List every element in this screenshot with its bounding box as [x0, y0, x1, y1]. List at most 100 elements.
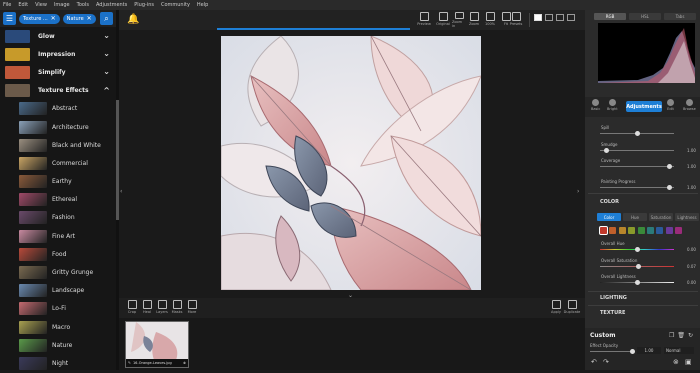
grid-view-icon[interactable] [567, 14, 575, 21]
close-icon[interactable]: ✕ [87, 15, 92, 22]
redo-icon[interactable]: ↷ [603, 358, 609, 366]
slider-track[interactable] [600, 164, 674, 169]
film-tool-button[interactable]: Crop [125, 300, 139, 316]
color-swatch[interactable] [637, 227, 645, 234]
histogram-tab[interactable]: Tabs [664, 13, 696, 20]
color-swatch[interactable] [609, 227, 617, 234]
toolbar-button[interactable]: Zoom in [452, 12, 466, 28]
effect-item[interactable]: Macro [0, 318, 116, 336]
panel-tab[interactable]: Basic [591, 99, 600, 111]
chevron-icon[interactable]: ⌄ [103, 67, 110, 76]
slider-value[interactable]: 1.00 [687, 148, 696, 153]
color-tab[interactable]: Saturation [649, 213, 673, 221]
menu-icon[interactable]: ☰ [3, 12, 16, 25]
toolbar-button[interactable]: Original [436, 12, 450, 28]
slider-value[interactable]: 1.00 [687, 164, 696, 169]
effect-item[interactable]: Landscape [0, 282, 116, 300]
undo-icon[interactable]: ↶ [591, 358, 597, 366]
menu-item[interactable]: Community [161, 2, 190, 8]
effect-item[interactable]: Abstract [0, 100, 116, 118]
slider-knob[interactable] [635, 131, 640, 136]
menu-item[interactable]: Plug-ins [134, 2, 154, 8]
collapse-right-icon[interactable]: › [577, 188, 579, 195]
slider-value[interactable]: 1.00 [687, 185, 696, 190]
effect-item[interactable]: Fine Art [0, 227, 116, 245]
slider-knob[interactable] [666, 164, 672, 169]
blend-mode-select[interactable]: Normal [664, 347, 694, 354]
menu-item[interactable]: View [35, 2, 47, 8]
category-item[interactable]: Simplify ⌄ [0, 63, 116, 81]
chevron-icon[interactable]: ⌄ [103, 49, 110, 58]
chevron-icon[interactable]: ^ [103, 86, 110, 95]
bell-icon[interactable]: 🔔 [127, 14, 139, 25]
toolbar-button[interactable]: Zoom [467, 12, 481, 28]
effect-item[interactable]: Food [0, 245, 116, 263]
film-tool-button[interactable]: More [185, 300, 199, 316]
color-swatch[interactable] [618, 227, 626, 234]
toolbar-button[interactable]: 100% [483, 12, 497, 28]
toolbar-button[interactable]: Preview [417, 12, 431, 28]
effect-item[interactable]: Ethereal [0, 191, 116, 209]
effect-item[interactable]: Black and White [0, 136, 116, 154]
effect-item[interactable]: Commercial [0, 154, 116, 172]
split-view-icon[interactable] [545, 14, 553, 21]
slider-value[interactable]: 0.00 [687, 247, 696, 252]
opacity-knob[interactable] [630, 349, 635, 354]
opacity-track[interactable] [590, 349, 635, 354]
color-swatch[interactable] [675, 227, 683, 234]
edit-icon[interactable]: ✎ [128, 361, 131, 365]
color-swatch[interactable] [646, 227, 654, 234]
slider-track[interactable] [600, 264, 674, 269]
effect-item[interactable]: Fashion [0, 209, 116, 227]
slider-track[interactable] [600, 148, 674, 153]
close-icon[interactable]: ⊗ [183, 361, 186, 365]
menu-item[interactable]: Help [197, 2, 208, 8]
search-icon[interactable]: ⌕ [100, 12, 113, 25]
filmstrip-thumbnail[interactable]: ✎ 16-Orange-Leaves.jpg ⊗ [125, 321, 189, 368]
menu-item[interactable]: Adjustments [96, 2, 127, 8]
photo-canvas[interactable] [221, 36, 481, 290]
color-swatch[interactable] [656, 227, 664, 234]
effect-item[interactable]: Nature [0, 336, 116, 354]
film-tool-button[interactable]: Masks [170, 300, 184, 316]
texture-section-header[interactable]: TEXTURE [600, 310, 625, 316]
panel-tab[interactable]: Bright [607, 99, 618, 111]
filter-chip[interactable]: Texture ... ✕ [19, 13, 60, 24]
slider-track[interactable] [600, 185, 674, 190]
lighting-section-header[interactable]: LIGHTING [600, 295, 627, 301]
film-action-button[interactable]: Duplicate [564, 300, 580, 316]
save-icon[interactable]: ▣ [685, 358, 692, 366]
color-swatch[interactable] [628, 227, 636, 234]
histogram-tab[interactable]: HSL [629, 13, 661, 20]
slider-track[interactable] [600, 131, 674, 136]
collapse-left-icon[interactable]: ‹ [120, 188, 122, 195]
film-action-button[interactable]: Apply [549, 300, 563, 316]
category-item[interactable]: Glow ⌄ [0, 27, 116, 45]
copy-icon[interactable]: ❐ [669, 332, 674, 339]
menu-item[interactable]: File [3, 2, 11, 8]
reset-icon[interactable]: ↻ [688, 332, 693, 339]
slider-knob[interactable] [603, 148, 609, 153]
color-swatch[interactable] [599, 226, 608, 235]
color-tab[interactable]: Hue [623, 213, 647, 221]
effect-item[interactable]: Lo-Fi [0, 300, 116, 318]
category-item[interactable]: Texture Effects ^ [0, 82, 116, 100]
compare-view-icon[interactable] [556, 14, 564, 21]
single-view-icon[interactable] [534, 14, 542, 21]
filter-chip[interactable]: Nature ✕ [62, 13, 96, 24]
menu-item[interactable]: Tools [77, 2, 89, 8]
effect-item[interactable]: Gritty Grunge [0, 263, 116, 281]
close-icon[interactable]: ✕ [51, 15, 56, 22]
slider-value[interactable]: 0.00 [687, 280, 696, 285]
slider-knob[interactable] [635, 280, 640, 285]
slider-knob[interactable] [666, 185, 672, 190]
film-tool-button[interactable]: Heal [140, 300, 154, 316]
category-item[interactable]: Impression ⌄ [0, 45, 116, 63]
panel-tab[interactable]: Browse [683, 99, 696, 111]
slider-knob[interactable] [635, 247, 640, 252]
panel-tab[interactable]: Edit [667, 99, 674, 111]
adjustments-tab[interactable]: Adjustments [626, 101, 662, 112]
color-swatch[interactable] [665, 227, 673, 234]
slider-track[interactable] [600, 247, 674, 252]
chevron-icon[interactable]: ⌄ [103, 31, 110, 40]
